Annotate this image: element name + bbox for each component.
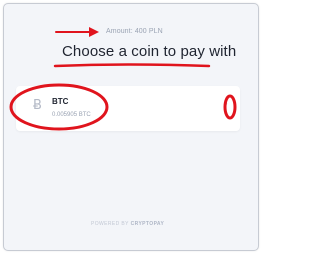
bitcoin-icon: Ƀ [33,98,42,113]
coin-option-btc[interactable] [16,86,240,131]
coin-price: 0.005905 BTC [52,112,91,118]
chevron-right-icon[interactable]: › [224,98,228,110]
powered-by: POWERED BY CRYPTOPAY [91,221,164,227]
page-title: Choose a coin to pay with [62,43,237,60]
brand-name: CRYPTOPAY [130,221,165,227]
coin-code: BTC [52,97,69,106]
powered-by-label: POWERED BY [91,221,129,227]
amount-label: Amount: 400 PLN [106,28,163,35]
